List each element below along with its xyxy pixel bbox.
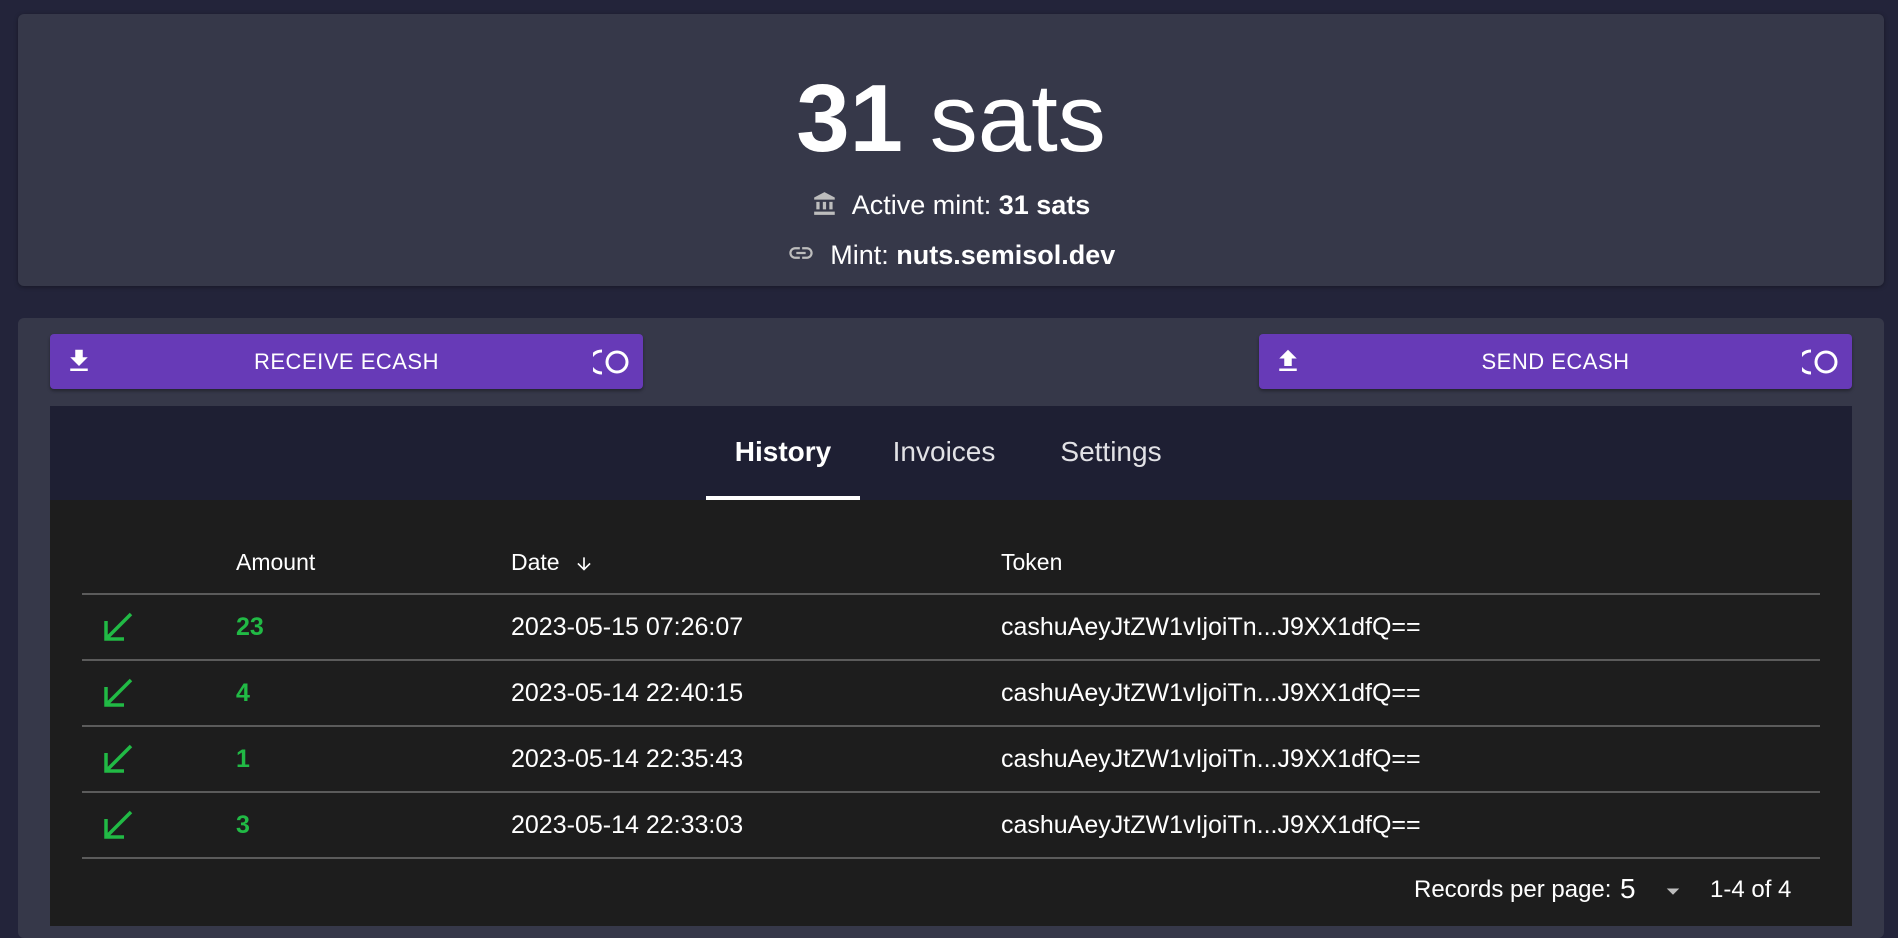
column-header-amount[interactable]: Amount <box>236 549 315 576</box>
table-row[interactable]: 4 2023-05-14 22:40:15 cashuAeyJtZW1vIjoi… <box>82 661 1820 727</box>
send-ecash-button[interactable]: SEND ECASH <box>1259 334 1852 389</box>
pagination: Records per page: 5 1-4 of 4 <box>82 870 1820 910</box>
arrow-south-west-icon <box>100 806 138 851</box>
mint-label: Mint: <box>830 240 889 270</box>
balance-card: 31 sats Active mint: 31 sats Mint: nuts.… <box>18 14 1884 286</box>
tab-settings[interactable]: Settings <box>1040 406 1182 500</box>
column-header-token[interactable]: Token <box>1001 549 1062 576</box>
balance-unit: sats <box>929 65 1106 172</box>
mint-url[interactable]: nuts.semisol.dev <box>896 240 1115 270</box>
download-icon <box>64 346 94 382</box>
row-date: 2023-05-14 22:35:43 <box>511 745 744 773</box>
arrow-south-west-icon <box>100 740 138 785</box>
table-row[interactable]: 3 2023-05-14 22:33:03 cashuAeyJtZW1vIjoi… <box>82 793 1820 859</box>
table-row[interactable]: 1 2023-05-14 22:35:43 cashuAeyJtZW1vIjoi… <box>82 727 1820 793</box>
receive-ecash-button[interactable]: RECEIVE ECASH <box>50 334 643 389</box>
tab-invoices[interactable]: Invoices <box>876 406 1012 500</box>
nfc-icon[interactable] <box>1797 347 1842 383</box>
caret-down-icon[interactable] <box>1658 876 1688 913</box>
receive-ecash-label: RECEIVE ECASH <box>254 348 439 374</box>
link-icon <box>787 240 831 270</box>
row-token: cashuAeyJtZW1vIjoiTn...J9XX1dfQ== <box>1001 811 1421 839</box>
tabs-bar: History Invoices Settings <box>50 406 1852 500</box>
records-per-page-label: Records per page: <box>1414 876 1612 903</box>
active-mint-value: 31 sats <box>998 190 1091 220</box>
row-amount: 23 <box>236 613 264 641</box>
row-date: 2023-05-15 07:26:07 <box>511 613 744 641</box>
arrow-south-west-icon <box>100 608 138 653</box>
table-row[interactable]: 23 2023-05-15 07:26:07 cashuAeyJtZW1vIjo… <box>82 595 1820 661</box>
balance-total: 31 sats <box>18 64 1884 174</box>
history-panel: History Invoices Settings Amount Date To… <box>50 406 1852 926</box>
row-amount: 3 <box>236 811 250 839</box>
row-date: 2023-05-14 22:33:03 <box>511 811 744 839</box>
column-header-date[interactable]: Date <box>511 549 594 576</box>
bank-icon <box>812 190 852 220</box>
balance-amount: 31 <box>796 65 904 172</box>
active-mint-label: Active mint: <box>851 190 992 220</box>
row-token: cashuAeyJtZW1vIjoiTn...J9XX1dfQ== <box>1001 679 1421 707</box>
pagination-range: 1-4 of 4 <box>1710 876 1792 903</box>
column-header-date-label: Date <box>511 549 560 575</box>
send-ecash-label: SEND ECASH <box>1481 348 1630 374</box>
arrow-south-west-icon <box>100 674 138 719</box>
records-per-page-select[interactable]: 5 <box>1620 873 1636 905</box>
table-header: Amount Date Token <box>82 537 1820 595</box>
row-amount: 1 <box>236 745 250 773</box>
active-mint-line: Active mint: 31 sats <box>18 188 1884 222</box>
row-token: cashuAeyJtZW1vIjoiTn...J9XX1dfQ== <box>1001 745 1421 773</box>
row-date: 2023-05-14 22:40:15 <box>511 679 744 707</box>
row-amount: 4 <box>236 679 250 707</box>
nfc-icon[interactable] <box>588 347 633 383</box>
history-table: Amount Date Token 23 2023-05-15 07:26:07… <box>82 537 1820 859</box>
arrow-down-icon <box>577 557 591 571</box>
row-token: cashuAeyJtZW1vIjoiTn...J9XX1dfQ== <box>1001 613 1421 641</box>
upload-icon <box>1273 346 1303 382</box>
tab-history[interactable]: History <box>706 406 860 500</box>
mint-line: Mint: nuts.semisol.dev <box>18 238 1884 272</box>
